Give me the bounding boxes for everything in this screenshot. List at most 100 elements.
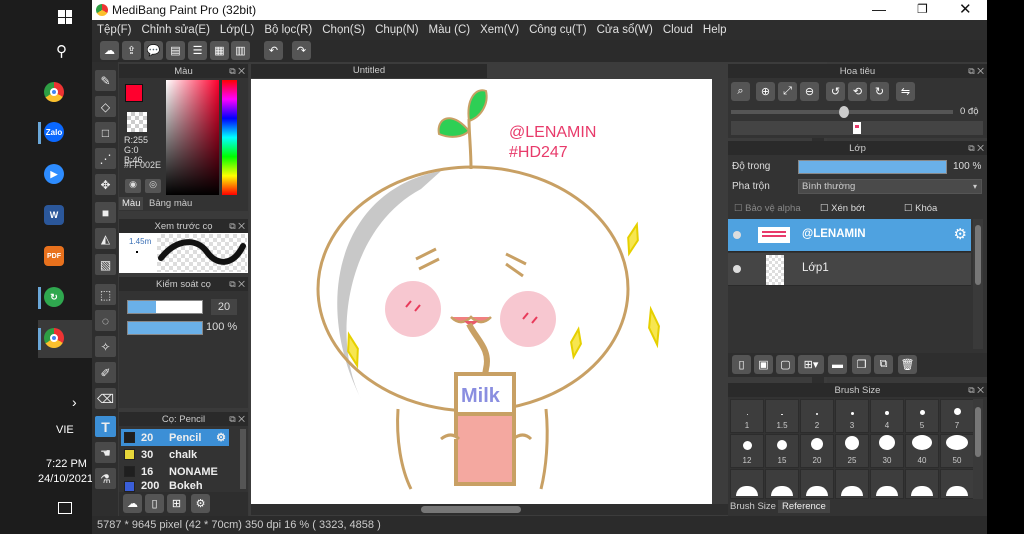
hand-tool-icon[interactable]: ☚ [95,442,116,463]
brush-size-cell[interactable]: 15 [765,434,799,468]
layer-scroll-thumb[interactable] [975,225,981,285]
gradient-tool-icon[interactable]: ▧ [95,254,116,275]
brush-size-cell[interactable]: 1.5 [765,399,799,433]
brush-size-cell[interactable]: 20 [800,434,834,468]
rotate-reset-icon[interactable]: ⟲ [848,82,867,101]
menu-select[interactable]: Chọn(S) [317,24,370,36]
new-8bit-layer-icon[interactable]: ▣ [754,355,773,374]
brush-size-cell[interactable]: 4 [870,399,904,433]
brush-size-cell[interactable]: 40 [905,434,939,468]
delete-layer-icon[interactable]: 🗑 [898,355,917,374]
primary-color-swatch[interactable] [125,84,143,102]
clock-date[interactable]: 24/10/2021 [38,473,93,485]
duplicate-layer-icon[interactable]: ❐ [852,355,871,374]
rectangle-tool-icon[interactable]: □ [95,122,116,143]
chrome-icon[interactable] [44,82,64,102]
hue-slider[interactable] [222,80,237,195]
panel-controls[interactable]: ⧉ ✕ [968,66,984,77]
brush-size-cell[interactable] [800,469,834,499]
select-eraser-tool-icon[interactable]: ⌫ [95,388,116,409]
new-1bit-layer-icon[interactable]: ▢ [776,355,795,374]
add-brush-icon[interactable]: ⊞ [167,494,186,513]
chrome-active-icon[interactable] [44,328,64,348]
settings-list-icon[interactable]: ▥ [231,41,250,60]
windows-start-icon[interactable] [58,10,72,24]
panel-controls[interactable]: ⧉ ✕ [229,279,245,290]
rotate-right-icon[interactable]: ↻ [870,82,889,101]
drawing-canvas[interactable]: Milk @LENAMIN #HD247 [251,79,712,504]
zoom-in-icon[interactable]: ⊕ [756,82,775,101]
zalo-icon[interactable]: Zalo [44,122,64,142]
comment-icon[interactable]: 💬 [144,41,163,60]
menu-edit[interactable]: Chỉnh sửa(E) [137,24,215,36]
zoom-fit-icon[interactable]: ⌕ [731,82,750,101]
tab-color[interactable]: Màu [119,197,144,210]
panel-controls[interactable]: ⧉ ✕ [968,385,984,396]
tab-reference[interactable]: Reference [778,500,830,513]
cloud-icon[interactable]: ☁ [100,41,119,60]
navigator-thumbnail-strip[interactable] [731,121,983,135]
panel-controls[interactable]: ⧉ ✕ [229,414,245,425]
select-pen-tool-icon[interactable]: ✐ [95,362,116,383]
tab-palette[interactable]: Bảng màu [146,197,195,210]
add-cloud-brush-icon[interactable]: ☁ [123,494,142,513]
minimize-button[interactable]: — [872,1,886,17]
close-button[interactable]: ✕ [959,0,972,18]
blend-mode-select[interactable]: Bình thường ▾ [798,179,982,194]
lock-checkbox[interactable]: ☐ Khóa [904,203,937,214]
brush-size-cell[interactable]: 7 [940,399,974,433]
clipping-checkbox[interactable]: ☐ Xén bớt [820,203,865,214]
brush-size-cell[interactable]: 5 [905,399,939,433]
tab-brush-size[interactable]: Brush Size [730,501,776,512]
brush-size-cell[interactable] [730,469,764,499]
brush-tool-icon[interactable]: ✎ [95,70,116,91]
brush-size-value[interactable]: 20 [211,299,237,315]
gear-icon[interactable]: ⚙ [216,431,229,444]
move-tool-icon[interactable]: ✥ [95,174,116,195]
clock-time[interactable]: 7:22 PM [46,458,87,470]
brush-size-cell[interactable] [940,469,974,499]
brush-size-cell[interactable]: 3 [835,399,869,433]
fill-rect-tool-icon[interactable]: ■ [95,202,116,223]
rotation-slider[interactable] [731,106,953,118]
brush-size-cell[interactable]: 2 [800,399,834,433]
add-layer-menu-icon[interactable]: ⊞▾ [798,355,824,374]
layer-opacity-slider[interactable] [798,160,947,174]
eyedropper-tool-icon[interactable]: ⚗ [95,468,116,489]
brush-item-pencil[interactable]: 20 Pencil ⚙ [121,429,229,446]
eraser-tool-icon[interactable]: ◇ [95,96,116,117]
brush-settings-icon[interactable]: ⚙ [191,494,210,513]
menu-tools[interactable]: Công cụ(T) [524,24,592,36]
brush-size-cell[interactable] [765,469,799,499]
layer-item-lop1[interactable]: Lớp1 [728,253,971,286]
rotate-left-icon[interactable]: ↺ [826,82,845,101]
brush-list-scrollbar[interactable] [240,429,246,489]
list-icon[interactable]: ☰ [188,41,207,60]
brush-size-cell[interactable] [870,469,904,499]
select-rect-tool-icon[interactable]: ⬚ [95,284,116,305]
layer-item-lenamin[interactable]: @LENAMIN ⚙ [728,219,971,252]
menu-color[interactable]: Màu (C) [424,24,476,36]
grid-list-icon[interactable]: ▦ [210,41,229,60]
brush-size-cell[interactable]: 25 [835,434,869,468]
brush-item-chalk[interactable]: 30 chalk [121,446,229,463]
layer-scrollbar[interactable] [973,219,983,349]
maximize-button[interactable]: ❐ [917,2,928,16]
zoom-icon[interactable]: ▶ [44,164,64,184]
menu-cloud[interactable]: Cloud [658,24,698,36]
new-layer-icon[interactable]: ▯ [732,355,751,374]
message-icon[interactable]: ▤ [166,41,185,60]
eyedropper-small-icon[interactable]: ◉ [125,179,141,193]
menu-layer[interactable]: Lớp(L) [215,24,259,36]
panel-controls[interactable]: ⧉ ✕ [229,66,245,77]
brush-size-slider[interactable] [127,300,203,314]
redo-icon[interactable]: ↷ [292,41,311,60]
app-green-icon[interactable]: ↻ [44,287,64,307]
saturation-value-picker[interactable] [166,80,219,195]
brush-opacity-slider[interactable] [127,321,203,335]
palette-small-icon[interactable]: ◎ [145,179,161,193]
panel-controls[interactable]: ⧉ ✕ [968,143,984,154]
folder-icon[interactable]: ▬ [828,355,847,374]
menu-window[interactable]: Cửa sổ(W) [592,24,658,36]
menu-view[interactable]: Xem(V) [475,24,524,36]
